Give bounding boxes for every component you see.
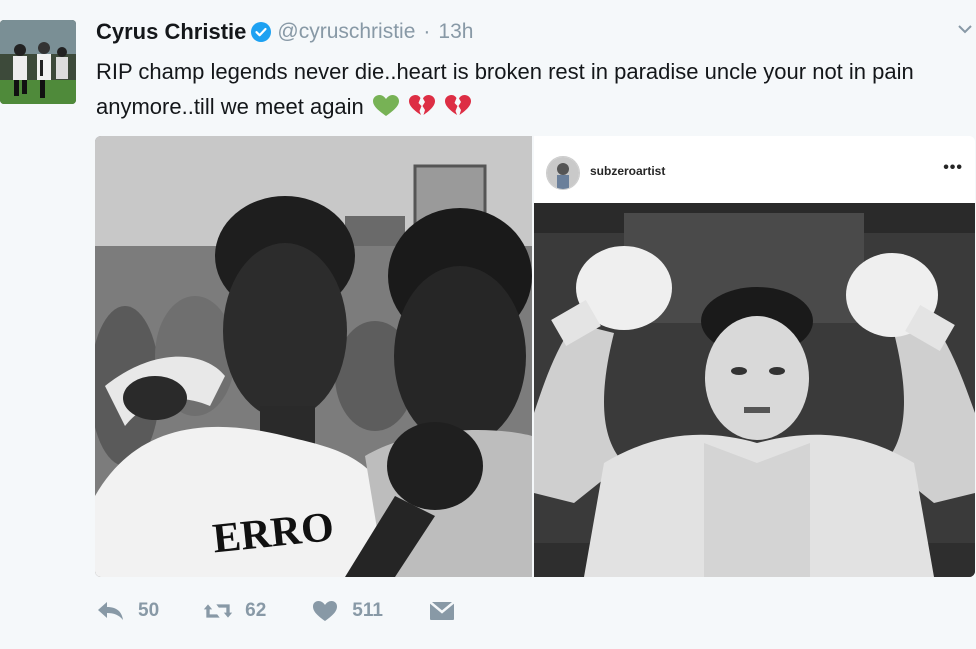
envelope-icon: [429, 601, 455, 620]
heart-icon: [313, 601, 338, 621]
chevron-down-icon[interactable]: [958, 22, 972, 36]
retweet-count: 62: [245, 600, 267, 621]
embedded-post[interactable]: subzeroartist •••: [534, 136, 975, 577]
left-photo[interactable]: ERRO: [95, 136, 532, 577]
verified-badge-icon: [251, 22, 272, 42]
reply-count: 50: [138, 600, 160, 621]
green-heart-icon: [372, 95, 399, 116]
tweet-timestamp[interactable]: 13h: [438, 20, 473, 44]
reply-button[interactable]: 50: [96, 599, 159, 623]
broken-heart-icon: [409, 95, 436, 115]
tweet-actions: 50 62 511: [96, 596, 501, 626]
separator-dot: ·: [423, 20, 431, 43]
reply-icon: [98, 602, 123, 620]
author-avatar[interactable]: [0, 20, 76, 104]
author-name[interactable]: Cyrus Christie: [96, 19, 246, 45]
football-photo-icon: [0, 20, 76, 104]
tweet-media: ERRO subzeroartist •••: [95, 136, 975, 577]
boxer-photo-image: [534, 203, 975, 577]
author-handle[interactable]: @cyruschristie: [277, 20, 415, 44]
like-button[interactable]: 511: [310, 599, 383, 623]
embedded-post-avatar[interactable]: [546, 156, 580, 190]
tweet-text-body: RIP champ legends never die..heart is br…: [96, 59, 914, 119]
more-options-icon[interactable]: •••: [943, 159, 963, 177]
like-count: 511: [352, 600, 383, 621]
embedded-post-username[interactable]: subzeroartist: [590, 164, 665, 178]
broken-heart-icon: [445, 95, 472, 115]
tweet-header: Cyrus Christie @cyruschristie · 13h: [96, 18, 473, 46]
tweet-text: RIP champ legends never die..heart is br…: [96, 54, 971, 124]
embedded-post-header: subzeroartist •••: [534, 136, 975, 202]
embedded-post-photo: [534, 203, 975, 577]
boxers-photo-image: ERRO: [95, 136, 532, 577]
retweet-button[interactable]: 62: [203, 599, 266, 623]
user-avatar-icon: [547, 157, 579, 189]
direct-message-button[interactable]: [427, 599, 457, 623]
retweet-icon: [203, 604, 233, 618]
